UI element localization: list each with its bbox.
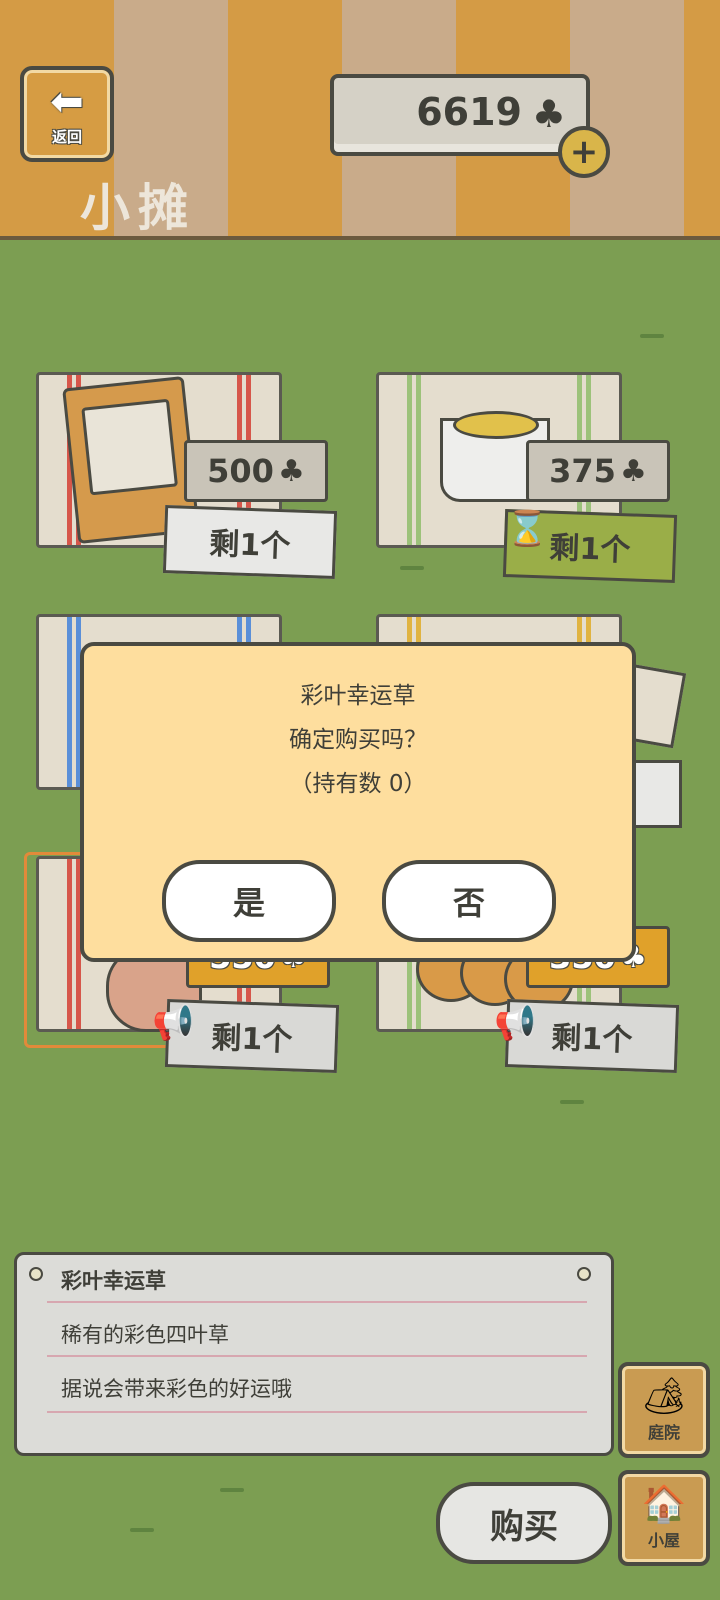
back-label: 返回 [51, 127, 82, 146]
buy-button[interactable]: 购买 [436, 1482, 612, 1564]
pin-icon [29, 1267, 43, 1281]
dialog-question: 确定购买吗？ [289, 727, 427, 753]
house-button[interactable]: 🏠 小屋 [618, 1470, 710, 1566]
yard-label: 庭院 [647, 1423, 680, 1442]
house-label: 小屋 [647, 1531, 680, 1550]
dialog-item-name: 彩叶幸运草 [300, 683, 416, 709]
price-tag: 500 ♣ [184, 440, 328, 502]
currency-display: 6619 ♣ [330, 74, 590, 156]
yard-button[interactable]: 🏕 庭院 [618, 1362, 710, 1458]
confirm-no-button[interactable]: 否 [382, 860, 556, 942]
description-title: 彩叶幸运草 [61, 1269, 166, 1293]
dialog-owned-count: （持有数 0） [289, 771, 427, 797]
item-description-panel: 彩叶幸运草 稀有的彩色四叶草 据说会带来彩色的好运哦 [14, 1252, 614, 1456]
confirm-yes-button[interactable]: 是 [162, 860, 336, 942]
grass-decoration [220, 1488, 244, 1492]
price-tag: 375 ♣ [526, 440, 670, 502]
page-title: 小摊 [80, 179, 196, 237]
hourglass-icon: ⌛ [506, 509, 549, 549]
description-line: 稀有的彩色四叶草 [61, 1323, 229, 1347]
description-line: 据说会带来彩色的好运哦 [61, 1377, 292, 1401]
shop-item-2[interactable]: 375 ♣ 剩1个 ⌛ [376, 372, 678, 602]
grass-decoration [560, 1100, 584, 1104]
shop-item-1[interactable]: 500 ♣ 剩1个 [36, 372, 338, 602]
stock-tag: 剩1个 [162, 505, 338, 579]
confirm-dialog: 彩叶幸运草 确定购买吗？ （持有数 0） 是 否 [80, 642, 636, 962]
arrow-left-icon: ⬅ [50, 78, 84, 125]
clover-icon: ♣ [619, 453, 647, 489]
price-value: 375 [549, 452, 616, 490]
price-value: 500 [207, 452, 274, 490]
pin-icon [577, 1267, 591, 1281]
back-button[interactable]: ⬅ 返回 [20, 66, 114, 162]
clover-icon: ♣ [531, 92, 566, 136]
grass-decoration [640, 334, 664, 338]
house-icon: 🏠 [641, 1484, 687, 1525]
grass-decoration [130, 1528, 154, 1532]
currency-value: 6619 [416, 90, 522, 134]
add-currency-button[interactable]: + [558, 126, 610, 178]
clover-icon: ♣ [277, 453, 305, 489]
yard-icon: 🏕 [641, 1376, 687, 1417]
megaphone-icon: 📢 [152, 1003, 195, 1043]
megaphone-icon: 📢 [494, 1003, 537, 1043]
